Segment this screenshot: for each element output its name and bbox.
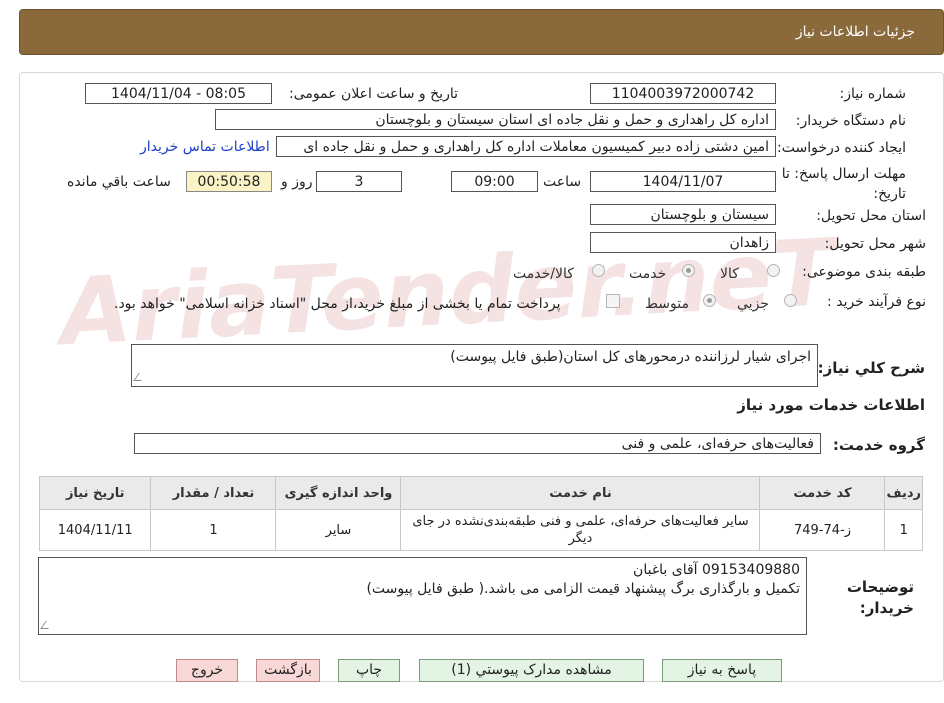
- back-button[interactable]: بازگشت: [256, 659, 320, 682]
- deadline-label: مهلت ارسال پاسخ: تا تاریخ:: [781, 166, 906, 202]
- category-option-goods-service: کالا/خدمت: [513, 266, 574, 282]
- payment-note: پرداخت تمام یا بخشی از مبلغ خرید،از محل …: [114, 296, 561, 312]
- services-heading: اطلاعات خدمات مورد نیاز: [737, 396, 925, 414]
- col-header-unit: واحد اندازه گیری: [275, 476, 402, 510]
- category-option-service: خدمت: [629, 266, 667, 282]
- buyer-notes-textarea: 09153409880 آقای باغبان تکمیل و بارگذاری…: [38, 557, 807, 635]
- col-header-service-name: نام خدمت: [400, 476, 761, 510]
- services-table: ردیف کد خدمت نام خدمت واحد اندازه گیری ت…: [38, 476, 923, 551]
- remaining-word: ساعت باقي مانده: [67, 174, 171, 190]
- requester-label: ایجاد کننده درخواست:: [777, 140, 906, 156]
- exit-button[interactable]: خروج: [176, 659, 238, 682]
- cell-unit: سایر: [275, 509, 402, 551]
- service-group-label: گروه خدمت:: [832, 436, 925, 454]
- table-row: 1 ز-74-749 سایر فعالیت‌های حرفه‌ای، علمی…: [38, 509, 923, 551]
- need-number-label: شماره نیاز:: [839, 86, 907, 102]
- buyer-org-field: اداره کل راهداری و حمل و نقل جاده ای است…: [215, 109, 776, 130]
- summary-label: شرح کلي نياز:: [817, 359, 925, 377]
- category-radio-goods[interactable]: [767, 264, 780, 277]
- city-field: زاهدان: [590, 232, 776, 253]
- cell-need-date: 1404/11/11: [38, 509, 152, 551]
- print-button[interactable]: چاپ: [338, 659, 400, 682]
- treasury-checkbox[interactable]: [606, 294, 620, 308]
- respond-button[interactable]: پاسخ به نیاز: [662, 659, 782, 682]
- process-radio-medium[interactable]: [703, 294, 716, 307]
- requester-field: امین دشتی زاده دبیر کمیسیون معاملات ادار…: [276, 136, 776, 157]
- category-label: طبقه بندی موضوعی:: [802, 264, 926, 280]
- process-label: نوع فرآیند خرید :: [827, 294, 926, 310]
- days-word: روز و: [281, 174, 313, 190]
- process-radio-minor[interactable]: [784, 294, 797, 307]
- announce-field: 1404/11/04 - 08:05: [85, 83, 272, 104]
- days-field: 3: [316, 171, 402, 192]
- deadline-date-field: 1404/11/07: [590, 171, 776, 192]
- cell-row-number: 1: [884, 509, 923, 551]
- buyer-notes-line-1: 09153409880 آقای باغبان: [633, 562, 800, 578]
- buyer-contact-link[interactable]: اطلاعات تماس خریدار: [140, 139, 270, 155]
- col-header-service-code: کد خدمت: [759, 476, 886, 510]
- cell-quantity: 1: [150, 509, 277, 551]
- need-number-field: 1104003972000742: [590, 83, 776, 104]
- summary-textarea: اجرای شیار لرزاننده درمحورهای کل استان(ط…: [131, 344, 818, 387]
- category-radio-goods-service[interactable]: [592, 264, 605, 277]
- buyer-notes-line-2: تکمیل و بارگذاری برگ پیشنهاد قیمت الزامی…: [366, 581, 800, 597]
- page-header-title: جزئیات اطلاعات نیاز: [795, 24, 915, 40]
- process-option-medium: متوسط: [645, 296, 689, 312]
- province-field: سیستان و بلوچستان: [590, 204, 776, 225]
- category-radio-service[interactable]: [682, 264, 695, 277]
- city-label: شهر محل تحویل:: [824, 236, 926, 252]
- resize-handle-icon[interactable]: [40, 621, 54, 629]
- summary-text: اجرای شیار لرزاننده درمحورهای کل استان(ط…: [450, 349, 811, 365]
- cell-service-code: ز-74-749: [759, 509, 886, 551]
- cell-service-name: سایر فعالیت‌های حرفه‌ای، علمی و فنی طبقه…: [400, 509, 761, 551]
- province-label: استان محل تحویل:: [816, 208, 926, 224]
- table-header-row: ردیف کد خدمت نام خدمت واحد اندازه گیری ت…: [38, 476, 923, 510]
- view-attachments-button[interactable]: مشاهده مدارک پیوستي (1): [419, 659, 644, 682]
- resize-handle-icon[interactable]: [133, 373, 147, 381]
- col-header-quantity: تعداد / مقدار: [150, 476, 277, 510]
- announce-label: تاریخ و ساعت اعلان عمومی:: [289, 86, 458, 102]
- process-option-minor: جزيي: [737, 296, 769, 312]
- buyer-notes-label: توضیحات خریدار:: [846, 578, 914, 617]
- remaining-time-field: 00:50:58: [186, 171, 272, 192]
- service-group-field: فعالیت‌های حرفه‌ای، علمی و فنی: [134, 433, 821, 454]
- page-header-bar: جزئیات اطلاعات نیاز: [19, 9, 944, 55]
- col-header-row-number: ردیف: [884, 476, 923, 510]
- buyer-org-label: نام دستگاه خریدار:: [795, 113, 906, 129]
- category-option-goods: کالا: [720, 266, 739, 282]
- deadline-time-word: ساعت: [543, 174, 582, 190]
- col-header-need-date: تاریخ نیاز: [38, 476, 152, 510]
- deadline-time-field: 09:00: [451, 171, 538, 192]
